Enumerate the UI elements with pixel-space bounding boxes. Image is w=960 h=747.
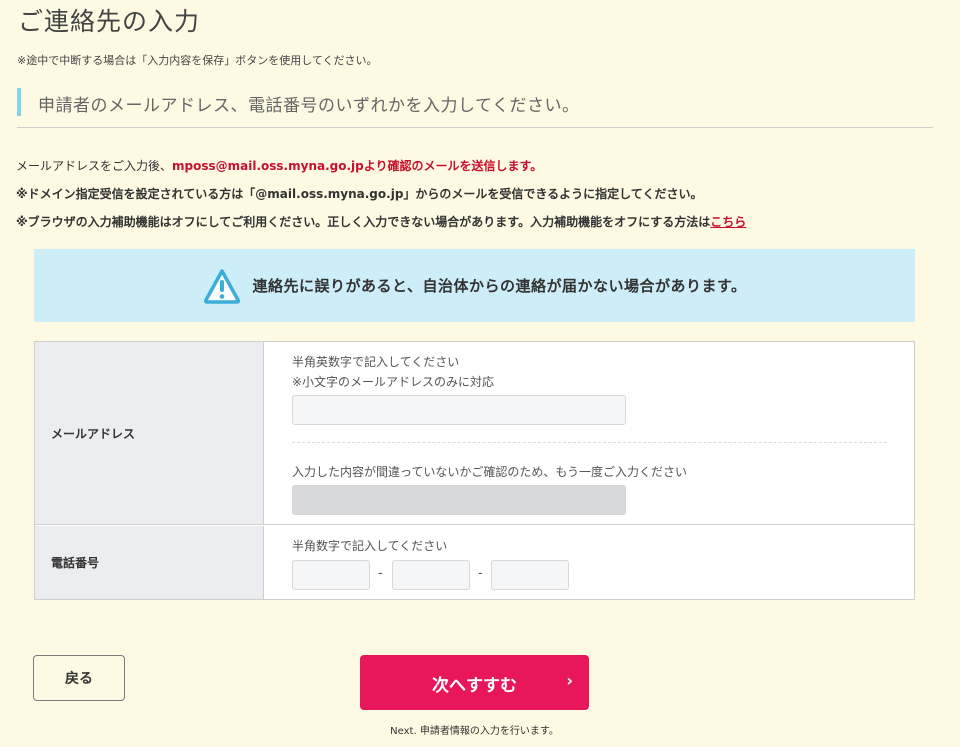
back-button[interactable]: 戻る	[33, 655, 125, 701]
phone-input-2[interactable]	[392, 560, 470, 590]
alert-text: 連絡先に誤りがあると、自治体からの連絡が届かない場合があります。	[252, 277, 747, 295]
autofill-help-link[interactable]: こちら	[710, 215, 746, 229]
domain-notice: ※ドメイン指定受信を設定されている方は「@mail.oss.myna.go.jp…	[16, 187, 703, 201]
contact-form-table: メールアドレス 半角英数字で記入してください ※小文字のメールアドレスのみに対応…	[34, 341, 915, 600]
phone-hint: 半角数字で記入してください	[292, 539, 448, 553]
email-notice-prefix: メールアドレスをご入力後、	[16, 159, 173, 173]
next-button-label: 次へすすむ	[432, 676, 517, 696]
phone-input-1[interactable]	[292, 560, 370, 590]
email-cell: 半角英数字で記入してください ※小文字のメールアドレスのみに対応 入力した内容が…	[265, 342, 914, 524]
page-title: ご連絡先の入力	[18, 7, 201, 36]
phone-separator-1: -	[378, 566, 383, 581]
alert-box: 連絡先に誤りがあると、自治体からの連絡が届かない場合があります。	[34, 249, 915, 322]
divider	[292, 442, 887, 443]
email-label: メールアドレス	[35, 342, 264, 524]
intro-note: ※途中で中断する場合は「入力内容を保存」ボタンを使用してください。	[17, 54, 378, 67]
email-lowercase-note: ※小文字のメールアドレスのみに対応	[292, 375, 495, 389]
autofill-notice: ※ブラウザの入力補助機能はオフにしてご利用ください。正しく入力できない場合があり…	[16, 213, 746, 230]
email-hint: 半角英数字で記入してください	[292, 355, 460, 369]
email-row: メールアドレス 半角英数字で記入してください ※小文字のメールアドレスのみに対応…	[35, 342, 914, 525]
email-confirm-input[interactable]	[292, 485, 626, 515]
chevron-right-icon: ›	[566, 671, 573, 690]
phone-cell: 半角数字で記入してください - -	[265, 526, 914, 599]
phone-separator-2: -	[478, 566, 483, 581]
phone-row: 電話番号 半角数字で記入してください - -	[35, 526, 914, 599]
phone-label: 電話番号	[35, 526, 264, 599]
section-heading-text: 申請者のメールアドレス、電話番号のいずれかを入力してください。	[38, 96, 580, 116]
email-notice: メールアドレスをご入力後、mposs@mail.oss.myna.go.jpより…	[16, 157, 542, 174]
email-input[interactable]	[292, 395, 626, 425]
warning-triangle-icon	[203, 268, 240, 304]
next-caption: Next. 申請者情報の入力を行います。	[390, 726, 559, 737]
autofill-notice-text: ※ブラウザの入力補助機能はオフにしてご利用ください。正しく入力できない場合があり…	[16, 215, 711, 229]
email-confirm-hint: 入力した内容が間違っていないかご確認のため、もう一度ご入力ください	[292, 465, 688, 479]
heading-accent-bar	[17, 88, 21, 116]
next-button[interactable]: 次へすすむ ›	[360, 655, 589, 710]
section-heading: 申請者のメールアドレス、電話番号のいずれかを入力してください。	[17, 88, 933, 128]
email-notice-emphasis: mposs@mail.oss.myna.go.jpより確認のメールを送信します。	[172, 159, 543, 173]
phone-input-3[interactable]	[491, 560, 569, 590]
